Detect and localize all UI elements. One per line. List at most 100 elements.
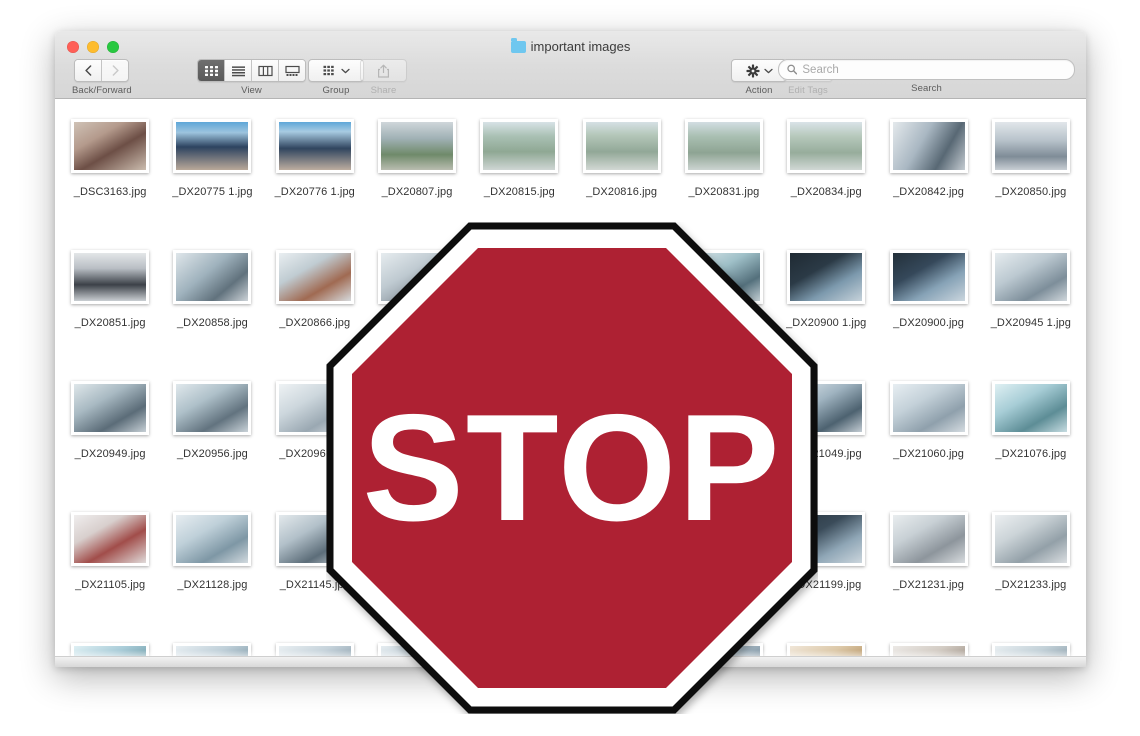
window-bottom-edge [55,656,1086,667]
file-thumbnail [170,244,254,310]
thumbnail-image [278,384,351,432]
file-item[interactable]: _DX20987.jpg [366,375,468,506]
maximize-button[interactable] [107,41,119,53]
thumbnail-image [892,384,965,432]
thumbnail-frame [889,119,968,173]
finder-window: important images Back/Forward View Group… [55,31,1086,667]
file-item[interactable]: _DX20880.jpg [468,244,570,375]
file-item[interactable]: _DX20776 1.jpg [264,113,366,244]
file-item[interactable]: _DX20900.jpg [877,244,979,375]
file-item[interactable]: _DX20815.jpg [468,113,570,244]
file-item[interactable]: _DX20850.jpg [980,113,1082,244]
file-item[interactable]: _DX20851.jpg [59,244,161,375]
file-item[interactable]: _DX20842.jpg [877,113,979,244]
thumbnail-image [74,515,147,563]
file-item[interactable]: _DX20858.jpg [161,244,263,375]
file-item[interactable]: _DX20889.jpg [571,244,673,375]
file-item[interactable]: _DX21181.jpg [571,506,673,637]
thumbnail-image [687,384,760,432]
file-name-label: _DX20776 1.jpg [274,186,355,198]
thumbnail-image [278,122,351,170]
file-item[interactable]: _DX20866.jpg [264,244,366,375]
thumbnail-frame [684,512,763,566]
file-item[interactable]: _DSC3163.jpg [59,113,161,244]
thumbnail-frame [71,512,150,566]
thumbnail-frame [684,119,763,173]
back-button[interactable] [75,60,103,81]
column-view-button[interactable] [252,60,279,81]
gallery-view-button[interactable] [279,60,305,81]
group-button[interactable] [308,59,364,82]
search-input[interactable] [802,63,1066,76]
file-thumbnail [477,113,561,179]
file-item[interactable]: _DX20831.jpg [673,113,775,244]
thumbnail-frame [684,250,763,304]
chevron-down-icon [340,68,350,73]
file-thumbnail [68,506,152,572]
thumbnail-frame [991,512,1070,566]
thumbnail-image [892,253,965,301]
file-thumbnail [682,244,766,310]
file-item[interactable]: _DX21199.jpg [775,506,877,637]
search-field[interactable] [778,59,1075,80]
view-label: View [241,85,262,96]
file-name-label: _DX20842.jpg [893,186,964,198]
file-thumbnail [273,375,357,441]
folder-icon [510,38,526,53]
file-thumbnail [273,244,357,310]
icon-view-button[interactable] [198,60,225,81]
file-item[interactable]: _DX20949.jpg [59,375,161,506]
thumbnail-image [585,384,658,432]
file-item[interactable]: _DX21233.jpg [980,506,1082,637]
file-item[interactable]: _DX21076.jpg [980,375,1082,506]
thumbnail-image [176,122,249,170]
columns-icon [257,65,273,76]
share-button[interactable] [360,59,407,82]
file-item[interactable]: _DX21160.jpg [366,506,468,637]
file-browser-area[interactable]: _DSC3163.jpg _DX20775 1.jpg _DX20776 1.jpg… [55,99,1086,667]
file-thumbnail [477,244,561,310]
file-item[interactable]: _DX21105.jpg [59,506,161,637]
file-name-label: _DX20866.jpg [279,317,351,329]
file-item[interactable]: _DX21172.jpg [468,506,570,637]
thumbnail-frame [275,250,354,304]
file-item[interactable]: _DX20956.jpg [161,375,263,506]
action-label: Action [745,85,773,96]
minimize-button[interactable] [87,41,99,53]
file-item[interactable]: _DX21231.jpg [877,506,979,637]
file-thumbnail [580,506,664,572]
file-item[interactable]: _DX21190.jpg [673,506,775,637]
back-forward-segment [74,59,130,82]
file-item[interactable]: _DX20900 1.jpg [775,244,877,375]
file-name-label: _DX20815.jpg [483,186,555,198]
file-item[interactable]: _DX21060.jpg [877,375,979,506]
file-item[interactable]: _DX21145.jpg [264,506,366,637]
file-item[interactable]: _DX21002.jpg [468,375,570,506]
file-item[interactable]: _DX21020.jpg [571,375,673,506]
thumbnail-frame [991,381,1070,435]
close-button[interactable] [67,41,79,53]
file-item[interactable]: _DX20893.jpg [673,244,775,375]
file-item[interactable]: _DX20873.jpg [366,244,468,375]
file-item[interactable]: _DX20807.jpg [366,113,468,244]
thumbnail-frame [991,250,1070,304]
file-item[interactable]: _DX21128.jpg [161,506,263,637]
file-item[interactable]: _DX21049.jpg [775,375,877,506]
file-item[interactable]: _DX20775 1.jpg [161,113,263,244]
chevron-down-icon [763,68,773,73]
file-item[interactable]: _DX20816.jpg [571,113,673,244]
list-icon [231,65,245,76]
file-item[interactable]: _DX20966.jpg [264,375,366,506]
group-group: Group [308,59,364,96]
file-item[interactable]: _DX21035.jpg [673,375,775,506]
thumbnail-frame [71,250,150,304]
list-view-button[interactable] [225,60,252,81]
file-name-label: _DX20816.jpg [586,186,658,198]
file-name-label: _DX21231.jpg [893,579,964,591]
file-item[interactable]: _DX20834.jpg [775,113,877,244]
file-item[interactable]: _DX20945 1.jpg [980,244,1082,375]
thumbnail-frame [889,250,968,304]
forward-button[interactable] [102,60,129,81]
file-thumbnail [682,113,766,179]
file-thumbnail [887,375,971,441]
